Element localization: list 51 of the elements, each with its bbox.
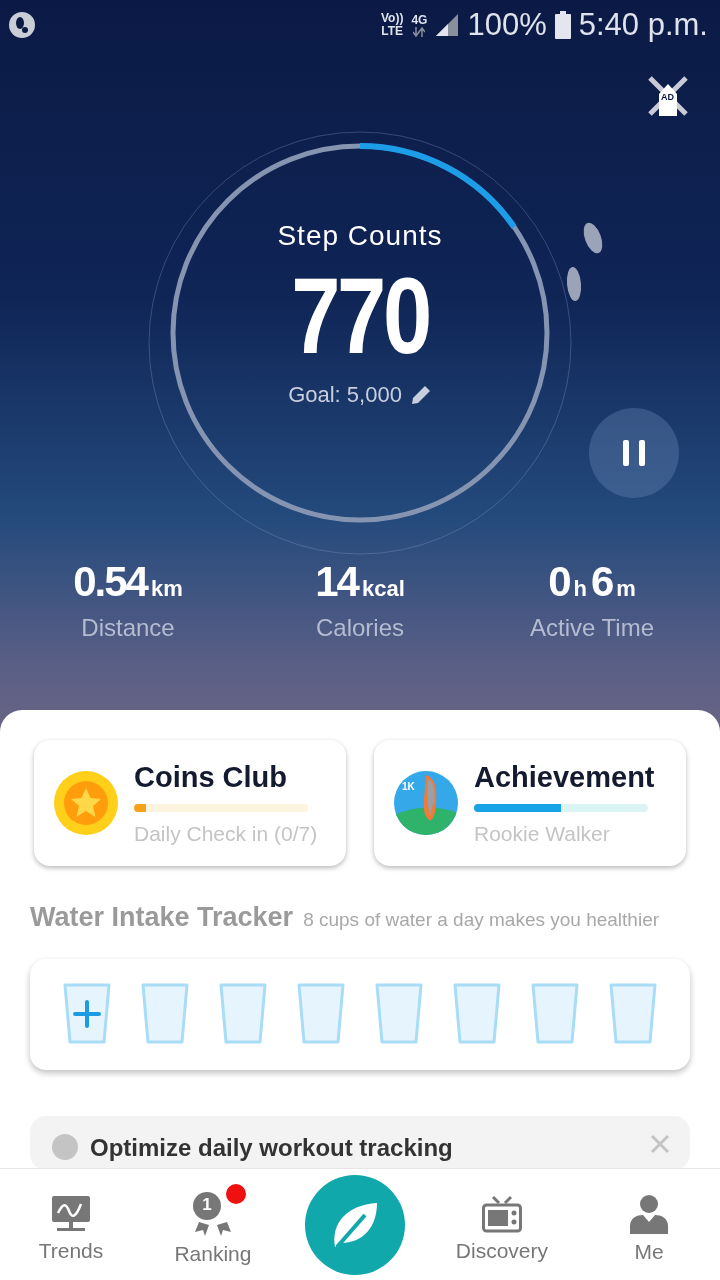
medal-number: 1: [201, 1195, 213, 1215]
card-subtitle: Rookie Walker: [474, 821, 611, 846]
windmill-icon[interactable]: [646, 74, 690, 118]
add-water-cup-icon[interactable]: [62, 982, 112, 1047]
stat-value: 14kcal: [315, 558, 405, 606]
tv-icon: [481, 1195, 522, 1233]
step-counts-title: Step Counts: [277, 220, 443, 252]
water-cup-icon[interactable]: [140, 982, 190, 1047]
signal-icon: [435, 13, 460, 37]
water-cup-icon[interactable]: [452, 982, 502, 1047]
water-tracker-title: Water Intake Tracker: [30, 902, 294, 933]
card-subtitle: Daily Check in (0/7): [134, 821, 319, 846]
stat-label: Distance: [81, 614, 175, 642]
stat-label: Active Time: [530, 614, 654, 642]
card-title: Coins Club: [134, 760, 289, 794]
water-cup-icon[interactable]: [296, 982, 346, 1047]
nav-tab[interactable]: Discovery: [425, 1185, 579, 1265]
volte-indicator: Vo)) LTE: [381, 12, 404, 38]
ad-label: AD: [661, 92, 674, 102]
step-goal: Goal: 5,000: [288, 382, 402, 408]
info-icon: [52, 1133, 78, 1160]
close-icon[interactable]: [650, 1133, 670, 1154]
badge-label: 1K: [402, 781, 415, 792]
footprint-icon: [8, 11, 36, 39]
nav-tab[interactable]: Me: [578, 1184, 720, 1266]
card-title: Achievement: [474, 760, 656, 794]
clock: 5:40 p.m.: [578, 7, 708, 43]
achievement-card[interactable]: 1K Achievement Rookie Walker: [374, 740, 686, 866]
person-icon: [629, 1194, 669, 1234]
stat-label: Calories: [316, 614, 404, 642]
coins-club-card[interactable]: Coins Club Daily Check in (0/7): [34, 740, 346, 866]
star-coin-icon: [54, 771, 118, 835]
network-indicator: 4G: [411, 13, 428, 37]
tip-banner[interactable]: Optimize daily workout tracking: [30, 1115, 690, 1170]
step-count: 770: [291, 260, 429, 372]
water-cup-icon[interactable]: [530, 982, 580, 1047]
battery-icon: [554, 11, 571, 39]
water-cup-icon[interactable]: [608, 982, 658, 1047]
water-cup-icon[interactable]: [374, 982, 424, 1047]
tip-text: Optimize daily workout tracking: [90, 1133, 454, 1162]
nav-tab[interactable]: Trends: [0, 1185, 142, 1265]
data-arrows-icon: [413, 26, 426, 37]
medal-icon: [191, 1192, 234, 1236]
monitor-chart-icon: [50, 1195, 91, 1233]
battery-percent: 100%: [467, 7, 547, 43]
nav-tab[interactable]: 1 Ranking: [141, 1182, 284, 1268]
stat-value: 0.54km: [73, 558, 183, 606]
water-cup-icon[interactable]: [218, 982, 268, 1047]
stat-value: 0 h 6m: [548, 558, 636, 606]
water-tracker-subtitle: 8 cups of water a day makes you healthier: [303, 909, 660, 931]
pencil-icon[interactable]: [409, 384, 432, 406]
